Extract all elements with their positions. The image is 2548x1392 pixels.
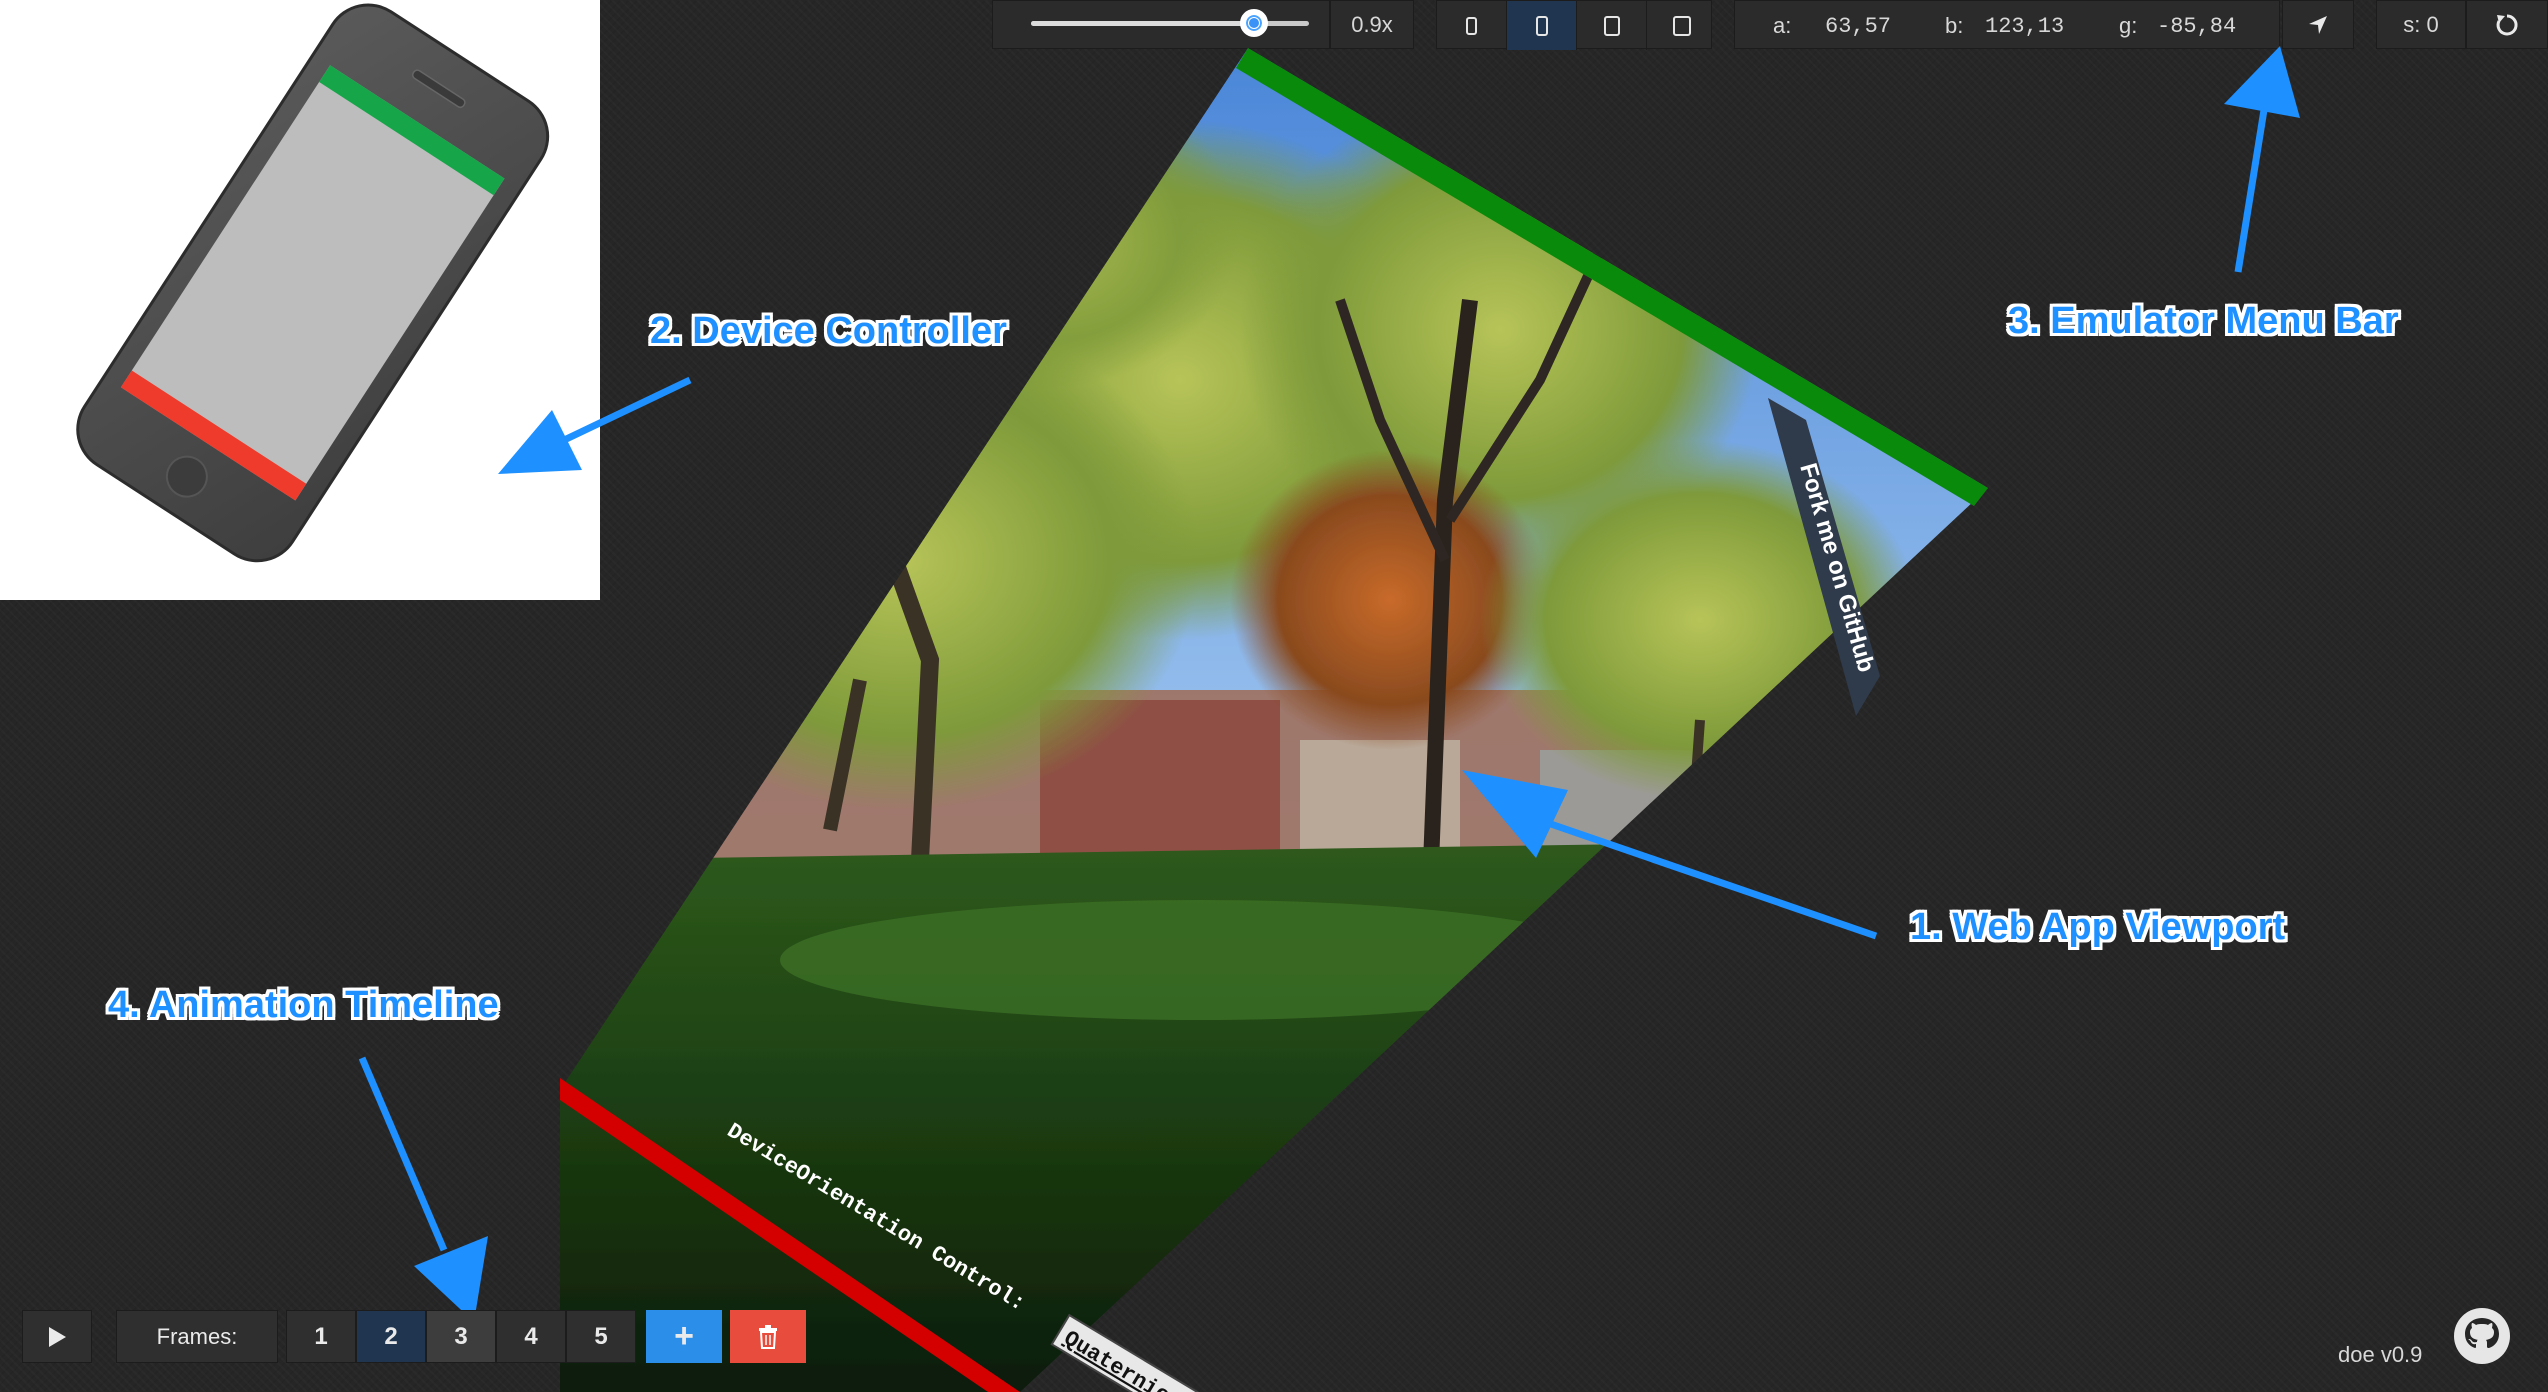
frame-button-5[interactable]: 5 [566, 1310, 636, 1363]
frame-label: 1 [314, 1322, 328, 1350]
add-frame-button[interactable]: + [646, 1310, 722, 1363]
frame-button-4[interactable]: 4 [496, 1310, 566, 1363]
arrow-viewport [1543, 818, 1878, 940]
annotation-viewport: 1. Web App Viewport [1910, 906, 2286, 948]
trash-icon [759, 1324, 777, 1349]
frame-button-2[interactable]: 2 [356, 1310, 426, 1363]
frame-label: 4 [524, 1322, 538, 1350]
frame-label: 2 [384, 1322, 398, 1350]
frame-label: 5 [594, 1322, 608, 1350]
arrow-menu-bar [2234, 109, 2268, 273]
annotation-controller: 2. Device Controller [650, 310, 1007, 352]
annotation-arrows [358, 46, 2300, 1322]
frame-label: 3 [454, 1322, 468, 1350]
annotation-timeline: 4. Animation Timeline [108, 984, 499, 1026]
github-icon [2454, 1308, 2510, 1364]
frames-label: Frames: [116, 1310, 278, 1363]
github-link[interactable] [2452, 1306, 2512, 1366]
annotation-menu-bar: 3. Emulator Menu Bar [2008, 300, 2399, 342]
play-icon [49, 1326, 66, 1347]
frame-button-1[interactable]: 1 [286, 1310, 356, 1363]
arrow-timeline [358, 1056, 448, 1252]
delete-frame-button[interactable] [730, 1310, 806, 1363]
frames-label-text: Frames: [156, 1323, 238, 1349]
frame-button-3[interactable]: 3 [426, 1310, 496, 1363]
play-button[interactable] [22, 1310, 92, 1363]
add-frame-label: + [674, 1317, 694, 1355]
arrow-controller [558, 376, 692, 446]
version-label: doe v0.9 [2338, 1342, 2423, 1367]
